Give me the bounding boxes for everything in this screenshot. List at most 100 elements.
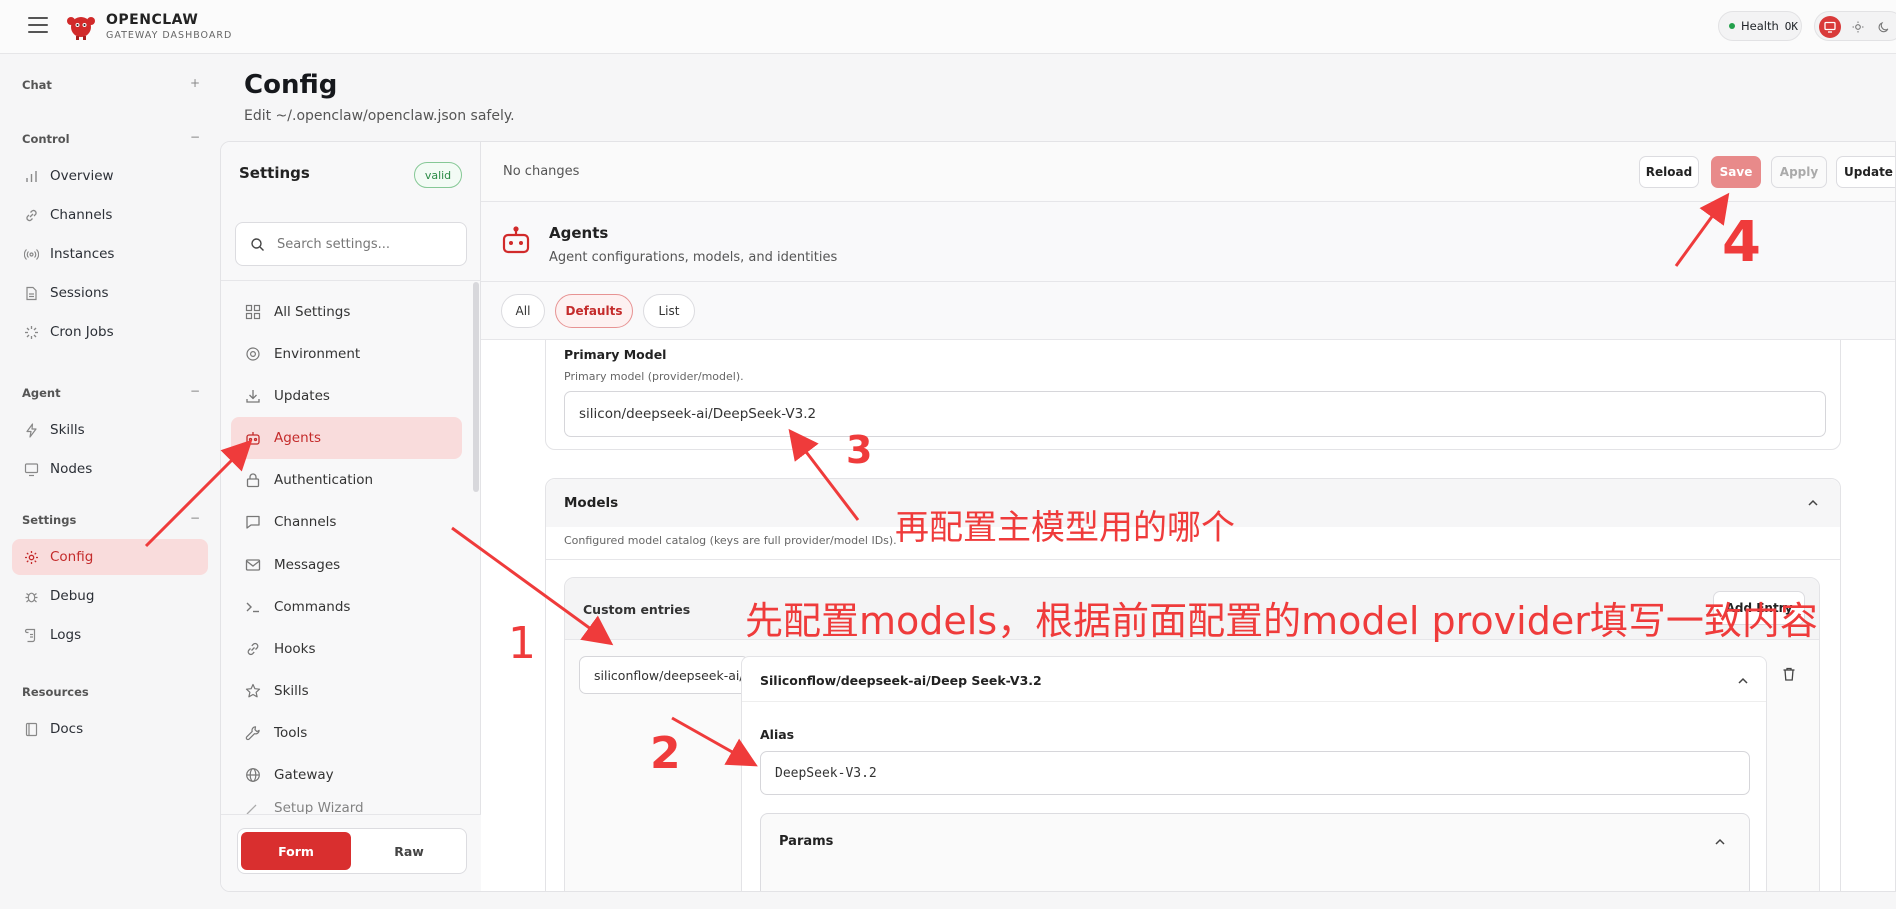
sidebar-item-label: Config	[50, 549, 94, 565]
primary-model-card: Primary Model Primary model (provider/mo…	[545, 340, 1841, 450]
primary-model-input[interactable]: silicon/deepseek-ai/DeepSeek-V3.2	[564, 391, 1826, 437]
link-icon	[247, 642, 259, 656]
section-control-toggle[interactable]: −	[190, 130, 200, 144]
health-badge[interactable]: Health OK	[1718, 11, 1802, 41]
section-description: Agent configurations, models, and identi…	[549, 250, 838, 265]
section-control[interactable]: Control	[22, 132, 70, 146]
grid-icon	[245, 304, 261, 320]
monitor-icon[interactable]	[1819, 16, 1841, 38]
settings-item-label: Messages	[274, 557, 341, 573]
settings-item-skills[interactable]: Skills	[231, 670, 462, 712]
robot-icon	[246, 432, 260, 445]
entry-key-input[interactable]: siliconflow/deepseek-ai/DeepSeek-V3.2	[579, 656, 749, 694]
sidebar-item-label: Overview	[50, 168, 114, 184]
health-status: OK	[1784, 19, 1799, 33]
settings-item-label: Gateway	[274, 767, 334, 783]
settings-item-all-settings[interactable]: All Settings	[231, 291, 462, 333]
update-button[interactable]: Update	[1836, 156, 1895, 188]
menu-icon[interactable]	[28, 17, 48, 35]
alias-label: Alias	[760, 727, 795, 742]
reload-button[interactable]: Reload	[1639, 156, 1699, 188]
settings-item-label: All Settings	[274, 304, 351, 320]
section-chat[interactable]: Chat	[22, 78, 52, 92]
sidebar-item-label: Instances	[50, 246, 115, 262]
settings-item-messages[interactable]: Messages	[231, 544, 462, 586]
section-settings[interactable]: Settings	[22, 513, 76, 527]
form-mode-button[interactable]: Form	[241, 832, 351, 870]
sidebar-item-logs[interactable]: Logs	[12, 617, 208, 653]
settings-item-authentication[interactable]: Authentication	[231, 459, 462, 501]
save-button[interactable]: Save	[1711, 156, 1761, 188]
sidebar-item-skills[interactable]: Skills	[12, 412, 208, 448]
terminal-icon	[246, 602, 259, 613]
settings-item-hooks[interactable]: Hooks	[231, 628, 462, 670]
settings-heading: Settings	[239, 164, 310, 182]
link-icon	[26, 209, 37, 221]
scroll-icon	[24, 628, 36, 642]
section-title: Agents	[549, 224, 609, 242]
section-chat-toggle[interactable]: +	[190, 76, 200, 90]
sidebar-item-label: Channels	[50, 207, 113, 223]
chevron-up-icon[interactable]	[1713, 835, 1727, 849]
divider	[742, 701, 1766, 702]
settings-item-agents[interactable]: Agents	[231, 417, 462, 459]
alias-input[interactable]: DeepSeek-V3.2	[760, 751, 1750, 795]
wrench-icon	[245, 726, 260, 741]
moon-icon[interactable]	[1873, 16, 1895, 38]
tab-defaults[interactable]: Defaults	[555, 294, 633, 328]
sidebar-item-debug[interactable]: Debug	[12, 578, 208, 614]
sidebar-item-nodes[interactable]: Nodes	[12, 451, 208, 487]
apply-button[interactable]: Apply	[1771, 156, 1827, 188]
sidebar-item-label: Docs	[50, 721, 84, 737]
sun-icon[interactable]	[1847, 16, 1869, 38]
app-subtitle: GATEWAY DASHBOARD	[106, 30, 233, 41]
settings-item-tools[interactable]: Tools	[231, 712, 462, 754]
search-input[interactable]	[277, 236, 447, 252]
health-dot-icon	[1729, 23, 1735, 29]
settings-search[interactable]	[235, 222, 467, 266]
settings-item-label: Agents	[274, 430, 321, 446]
download-icon	[246, 390, 260, 403]
sidebar: Chat + Control − Overview Channels Insta…	[0, 54, 220, 909]
settings-item-label: Updates	[274, 388, 330, 404]
divider	[221, 280, 481, 281]
raw-mode-button[interactable]: Raw	[354, 832, 464, 870]
annotation-note-models: 先配置models，根据前面配置的model provider填写一致内容	[745, 599, 1818, 643]
theme-switcher	[1814, 11, 1896, 41]
section-resources[interactable]: Resources	[22, 685, 89, 699]
document-icon	[26, 286, 37, 300]
sidebar-item-instances[interactable]: Instances	[12, 236, 208, 272]
section-settings-toggle[interactable]: −	[190, 511, 200, 525]
section-agent[interactable]: Agent	[22, 386, 61, 400]
sidebar-item-cron-jobs[interactable]: Cron Jobs	[12, 314, 208, 350]
annotation-note-primary: 再配置主模型用的哪个	[895, 508, 1235, 548]
sidebar-item-docs[interactable]: Docs	[12, 711, 208, 747]
trash-icon[interactable]	[1781, 666, 1797, 682]
robot-icon	[502, 226, 530, 254]
loader-icon	[25, 325, 38, 339]
settings-item-commands[interactable]: Commands	[231, 586, 462, 628]
tab-list[interactable]: List	[643, 294, 695, 328]
sidebar-item-overview[interactable]: Overview	[12, 158, 208, 194]
section-agent-toggle[interactable]: −	[190, 384, 200, 398]
sidebar-item-channels[interactable]: Channels	[12, 197, 208, 233]
tab-all[interactable]: All	[501, 294, 545, 328]
settings-scrollbar[interactable]	[473, 282, 479, 492]
primary-model-help: Primary model (provider/model).	[564, 370, 744, 383]
annotation-step-2: 2	[650, 728, 681, 779]
settings-item-channels[interactable]: Channels	[231, 501, 462, 543]
settings-item-gateway[interactable]: Gateway	[231, 754, 462, 796]
health-label: Health	[1741, 19, 1779, 33]
settings-item-updates[interactable]: Updates	[231, 375, 462, 417]
valid-badge: valid	[414, 162, 462, 188]
page-title: Config	[244, 70, 338, 100]
star-icon	[245, 683, 261, 698]
mail-icon	[245, 559, 261, 571]
search-icon	[251, 237, 264, 251]
sidebar-item-sessions[interactable]: Sessions	[12, 275, 208, 311]
sidebar-item-config[interactable]: Config	[12, 539, 208, 575]
chevron-up-icon[interactable]	[1736, 674, 1750, 688]
settings-item-environment[interactable]: Environment	[231, 333, 462, 375]
chevron-up-icon[interactable]	[1806, 496, 1820, 510]
section-tabs: All Defaults List	[481, 282, 1895, 340]
